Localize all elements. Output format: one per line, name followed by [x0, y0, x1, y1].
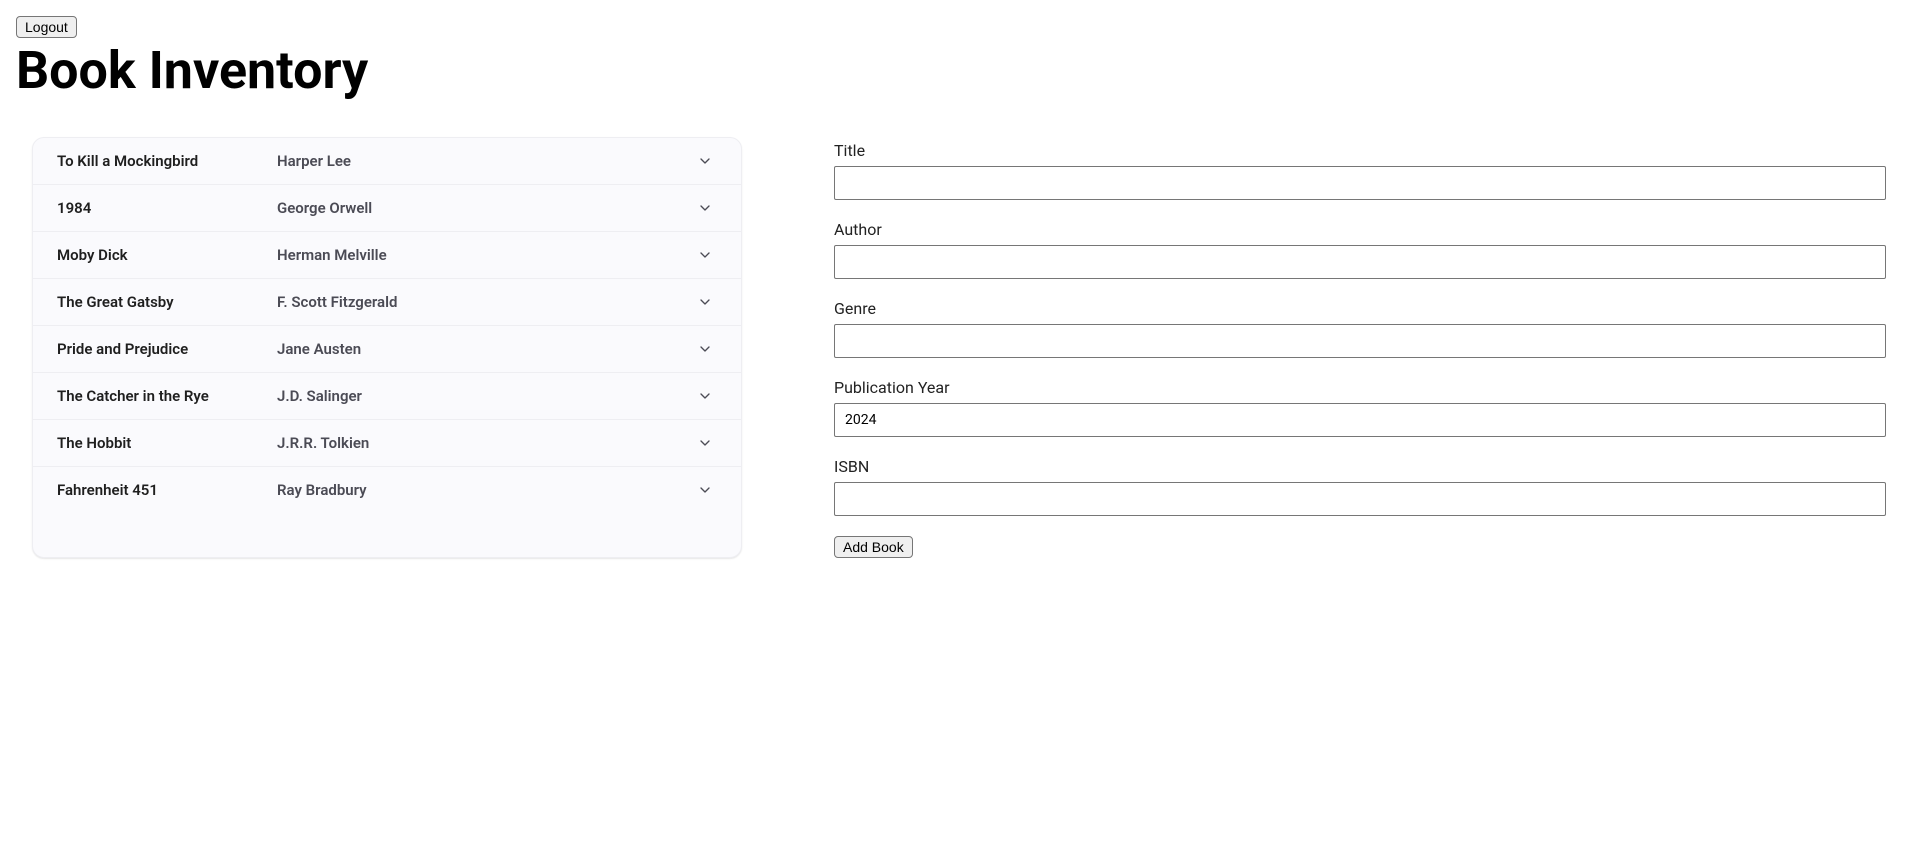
chevron-down-icon	[693, 341, 717, 357]
book-title: 1984	[57, 199, 277, 217]
book-title: Fahrenheit 451	[57, 481, 277, 499]
author-label: Author	[834, 220, 1886, 239]
book-row[interactable]: Moby DickHerman Melville	[33, 232, 741, 279]
author-input[interactable]	[834, 245, 1886, 279]
book-row[interactable]: 1984George Orwell	[33, 185, 741, 232]
book-row[interactable]: Pride and PrejudiceJane Austen	[33, 326, 741, 373]
book-row[interactable]: The Great GatsbyF. Scott Fitzgerald	[33, 279, 741, 326]
chevron-down-icon	[693, 247, 717, 263]
isbn-input[interactable]	[834, 482, 1886, 516]
book-title: The Great Gatsby	[57, 293, 277, 311]
book-author: George Orwell	[277, 199, 693, 217]
chevron-down-icon	[693, 200, 717, 216]
book-title: Pride and Prejudice	[57, 340, 277, 358]
chevron-down-icon	[693, 388, 717, 404]
chevron-down-icon	[693, 482, 717, 498]
book-list: To Kill a MockingbirdHarper Lee1984Georg…	[32, 137, 742, 558]
main-container: To Kill a MockingbirdHarper Lee1984Georg…	[16, 137, 1902, 558]
book-title: Moby Dick	[57, 246, 277, 264]
book-title: The Catcher in the Rye	[57, 387, 277, 405]
genre-input[interactable]	[834, 324, 1886, 358]
add-book-form: Title Author Genre Publication Year ISBN…	[834, 137, 1886, 558]
book-row[interactable]: The HobbitJ.R.R. Tolkien	[33, 420, 741, 467]
book-author: J.R.R. Tolkien	[277, 434, 693, 452]
add-book-button[interactable]: Add Book	[834, 536, 913, 558]
logout-button[interactable]: Logout	[16, 16, 77, 38]
genre-label: Genre	[834, 299, 1886, 318]
book-author: Jane Austen	[277, 340, 693, 358]
pubyear-input[interactable]	[834, 403, 1886, 437]
book-title: To Kill a Mockingbird	[57, 152, 277, 170]
book-author: J.D. Salinger	[277, 387, 693, 405]
book-author: Herman Melville	[277, 246, 693, 264]
book-row[interactable]: The Catcher in the RyeJ.D. Salinger	[33, 373, 741, 420]
book-author: F. Scott Fitzgerald	[277, 293, 693, 311]
book-row[interactable]: To Kill a MockingbirdHarper Lee	[33, 138, 741, 185]
book-row[interactable]: Fahrenheit 451Ray Bradbury	[33, 467, 741, 513]
book-title: The Hobbit	[57, 434, 277, 452]
pubyear-label: Publication Year	[834, 378, 1886, 397]
book-author: Ray Bradbury	[277, 481, 693, 499]
title-label: Title	[834, 141, 1886, 160]
page-title: Book Inventory	[16, 40, 1902, 101]
book-author: Harper Lee	[277, 152, 693, 170]
chevron-down-icon	[693, 294, 717, 310]
title-input[interactable]	[834, 166, 1886, 200]
isbn-label: ISBN	[834, 457, 1886, 476]
chevron-down-icon	[693, 435, 717, 451]
chevron-down-icon	[693, 153, 717, 169]
